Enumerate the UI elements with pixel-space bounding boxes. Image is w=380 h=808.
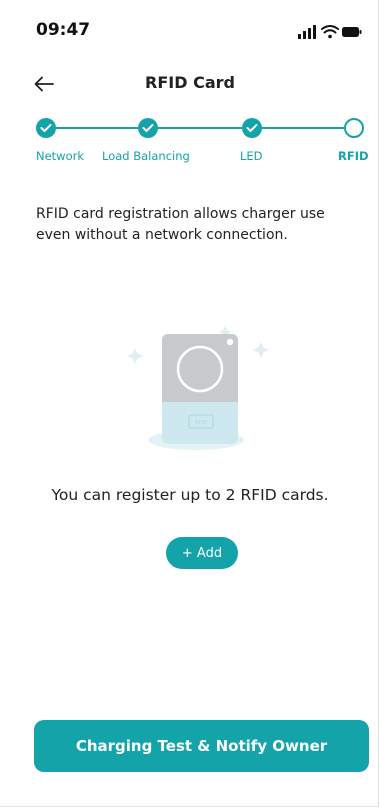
page-title: RFID Card: [145, 73, 235, 92]
check-icon: [142, 124, 154, 132]
status-time: 09:47: [36, 20, 91, 40]
rfid-card-reader-illustration: RFID: [120, 318, 270, 458]
add-rfid-card-button[interactable]: + Add: [166, 537, 238, 569]
step-led-indicator: [242, 118, 262, 138]
battery-icon: [342, 27, 362, 37]
header: RFID Card: [0, 60, 380, 104]
rfid-limit-info: You can register up to 2 RFID cards.: [51, 486, 329, 504]
check-icon: [40, 124, 52, 132]
charging-test-notify-owner-button[interactable]: Charging Test & Notify Owner: [34, 720, 369, 772]
signal-icon: [298, 25, 316, 39]
step-label-network: Network: [36, 149, 85, 163]
step-connector: [56, 127, 138, 129]
step-rfid-indicator: [344, 118, 364, 138]
step-load-balancing-indicator: [138, 118, 158, 138]
rfid-description: RFID card registration allows charger us…: [36, 206, 325, 243]
step-label-load-balancing: Load Balancing: [102, 149, 190, 163]
check-icon: [246, 124, 258, 132]
progress-stepper: Network Load Balancing LED RFID: [0, 110, 380, 170]
step-label-rfid: RFID: [338, 149, 369, 163]
status-icons: [298, 24, 362, 40]
status-bar: 09:47: [0, 0, 380, 60]
step-connector: [262, 127, 344, 129]
step-label-led: LED: [240, 149, 263, 163]
step-network-indicator: [36, 118, 56, 138]
step-connector: [158, 127, 242, 129]
svg-text:RFID: RFID: [195, 420, 207, 426]
wifi-icon: [321, 25, 339, 39]
